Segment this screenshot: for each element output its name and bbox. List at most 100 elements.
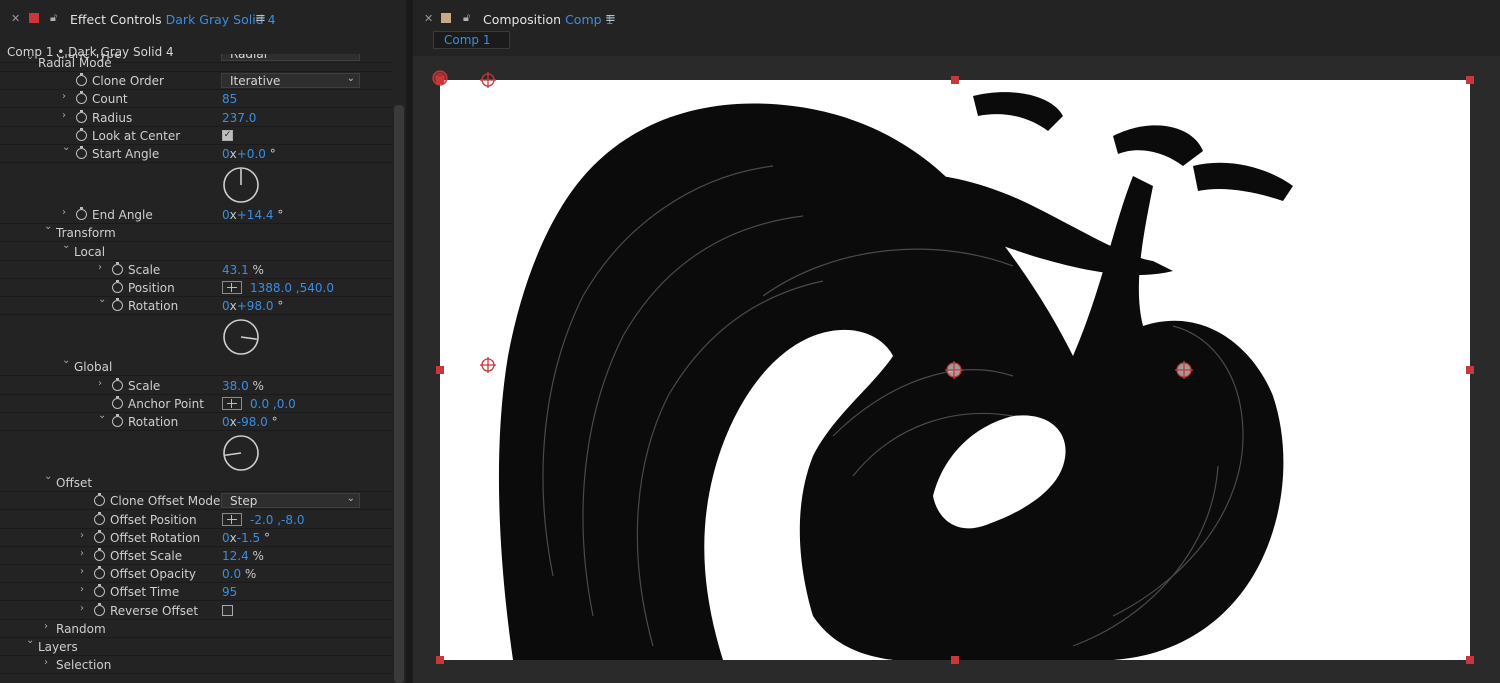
property-value[interactable]: 95 (222, 585, 237, 599)
property-value[interactable]: 1388.0 ,540.0 (222, 281, 334, 295)
effect-controls-tab[interactable]: ✕ 🔓︎ Effect Controls Dark Gray Solid 4 ≡ (0, 0, 406, 40)
group-label[interactable]: Layers (38, 640, 78, 654)
stopwatch-icon[interactable] (112, 395, 123, 409)
group-label[interactable]: Global (74, 360, 112, 374)
lock-icon[interactable]: 🔓︎ (463, 11, 470, 25)
chevron-right-icon[interactable]: › (62, 110, 66, 121)
value-point[interactable]: 1388.0 ,540.0 (250, 281, 334, 295)
group-label[interactable]: Transform (56, 226, 116, 240)
property-dropdown[interactable]: Step ⌄ (221, 493, 360, 509)
stopwatch-icon[interactable] (76, 73, 87, 87)
stopwatch-icon[interactable] (112, 414, 123, 427)
value-point[interactable]: 0.0 ,0.0 (250, 397, 296, 411)
chevron-down-icon[interactable]: ⌄ (44, 471, 52, 482)
handle-top-right[interactable] (1466, 76, 1474, 84)
stopwatch-icon[interactable] (94, 493, 105, 507)
chevron-down-icon[interactable]: ⌄ (26, 635, 34, 646)
panel-menu-icon[interactable]: ≡ (605, 11, 616, 26)
chevron-right-icon[interactable]: › (80, 548, 84, 559)
value-number[interactable]: 0.0 (222, 567, 241, 581)
stopwatch-icon[interactable] (76, 146, 87, 159)
property-value[interactable]: 43.1 % (222, 263, 264, 277)
property-value[interactable]: 85 (222, 92, 237, 106)
chevron-right-icon[interactable]: › (98, 262, 102, 273)
angle-degrees[interactable]: -1.5 (237, 531, 260, 545)
angle-revolutions[interactable]: 0 (222, 531, 230, 545)
property-value[interactable]: 0x-98.0 ° (222, 415, 278, 429)
property-checkbox[interactable] (222, 604, 233, 616)
stopwatch-icon[interactable] (76, 127, 87, 141)
handle-bottom-center[interactable] (951, 656, 959, 664)
stopwatch-icon[interactable] (94, 566, 105, 580)
chevron-right-icon[interactable]: › (44, 621, 48, 632)
group-label[interactable]: Selection (56, 658, 111, 672)
angle-dial[interactable] (221, 165, 261, 205)
stopwatch-icon[interactable] (112, 298, 123, 312)
angle-revolutions[interactable]: 0 (222, 147, 230, 161)
value-number[interactable]: 43.1 (222, 263, 249, 277)
property-value[interactable]: -2.0 ,-8.0 (222, 512, 304, 527)
handle-top-center[interactable] (951, 76, 959, 84)
group-label[interactable]: Radial Mode (38, 56, 112, 70)
value-number[interactable]: 12.4 (222, 549, 249, 563)
close-icon[interactable]: ✕ (11, 12, 20, 25)
stopwatch-icon[interactable] (94, 548, 105, 561)
chevron-down-icon[interactable]: ⌄ (26, 54, 34, 62)
stopwatch-icon[interactable] (76, 91, 87, 105)
chevron-right-icon[interactable]: › (62, 91, 66, 102)
chevron-down-icon[interactable]: ⌄ (62, 240, 70, 251)
chevron-right-icon[interactable]: › (44, 657, 48, 668)
property-value[interactable]: 0.0 % (222, 567, 256, 581)
angle-revolutions[interactable]: 0 (222, 208, 230, 222)
point-target-icon[interactable] (222, 281, 242, 294)
chevron-right-icon[interactable]: › (80, 566, 84, 577)
property-value[interactable]: 0.0 ,0.0 (222, 396, 296, 411)
stopwatch-icon[interactable] (112, 377, 123, 391)
property-dropdown[interactable]: Iterative ⌄ (221, 73, 360, 89)
handle-mid-left[interactable] (436, 366, 444, 374)
group-label[interactable]: Local (74, 245, 105, 259)
composition-tab[interactable]: ✕ 🔓︎ Composition Comp 1 ≡ (413, 0, 1500, 40)
angle-revolutions[interactable]: 0 (222, 415, 230, 429)
handle-bottom-left[interactable] (436, 656, 444, 664)
property-checkbox[interactable]: ✓ (222, 129, 233, 141)
property-value[interactable]: 12.4 % (222, 549, 264, 563)
lock-icon[interactable]: 🔓︎ (50, 11, 57, 25)
comp-navigator-tab[interactable]: Comp 1 (433, 31, 510, 49)
handle-bottom-right[interactable] (1466, 656, 1474, 664)
handle-mid-right[interactable] (1466, 366, 1474, 374)
chevron-right-icon[interactable]: › (80, 530, 84, 541)
point-target-icon[interactable] (222, 512, 242, 526)
chevron-right-icon[interactable]: › (80, 603, 84, 614)
stopwatch-icon[interactable] (94, 529, 105, 543)
chevron-down-icon[interactable]: ⌄ (62, 142, 70, 153)
chevron-down-icon[interactable]: ⌄ (62, 355, 70, 366)
group-label[interactable]: Random (56, 622, 106, 636)
chevron-right-icon[interactable]: › (98, 378, 102, 389)
value-number[interactable]: 85 (222, 92, 237, 106)
stopwatch-icon[interactable] (94, 602, 105, 616)
value-point[interactable]: -2.0 ,-8.0 (250, 513, 304, 527)
chevron-down-icon[interactable]: ⌄ (98, 410, 106, 421)
angle-revolutions[interactable]: 0 (222, 299, 230, 313)
property-value[interactable]: 38.0 % (222, 379, 264, 393)
group-label[interactable]: Offset (56, 476, 92, 490)
angle-degrees[interactable]: +0.0 (237, 147, 266, 161)
crosshair-icon[interactable] (432, 70, 448, 86)
panel-divider[interactable] (406, 0, 413, 683)
property-value[interactable]: 0x+98.0 ° (222, 299, 283, 313)
property-value[interactable]: 0x+0.0 ° (222, 147, 276, 161)
angle-degrees[interactable]: +98.0 (237, 299, 274, 313)
composition-viewer[interactable] (413, 56, 1500, 683)
panel-menu-icon[interactable]: ≡ (255, 11, 266, 26)
stopwatch-icon[interactable] (76, 207, 87, 221)
property-value[interactable]: 0x+14.4 ° (222, 208, 283, 222)
angle-dial[interactable] (221, 317, 261, 357)
chevron-right-icon[interactable]: › (62, 207, 66, 218)
stopwatch-icon[interactable] (76, 109, 87, 123)
composition-canvas[interactable] (413, 56, 1500, 683)
stopwatch-icon[interactable] (94, 584, 105, 598)
close-icon[interactable]: ✕ (424, 12, 433, 25)
angle-degrees[interactable]: -98.0 (237, 415, 268, 429)
point-target-icon[interactable] (222, 396, 242, 410)
